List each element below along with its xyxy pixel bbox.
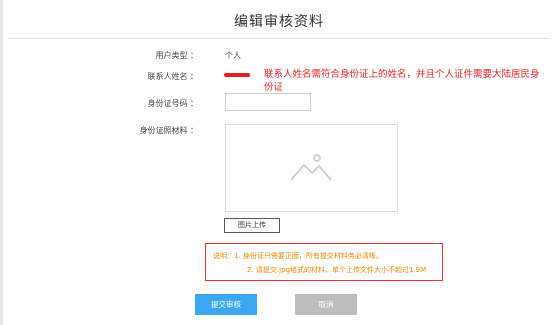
left-border	[0, 0, 3, 325]
image-placeholder-icon	[290, 154, 332, 181]
user-type-value: 个人	[225, 51, 241, 60]
page-title: 编辑审核资料	[234, 14, 324, 30]
id-photo-label: 身份证照材料 ：	[139, 126, 198, 135]
notice-line-2: 2. 请提交.jpg格式的材料，单个上传文件大小不超过1.9M	[247, 266, 427, 274]
id-number-label: 身份证号码 ：	[147, 99, 198, 108]
cancel-button[interactable]: 取消	[295, 294, 357, 315]
title-divider	[8, 38, 550, 39]
user-type-label: 用户类型 ：	[155, 51, 198, 60]
contact-name-warning: 联系人姓名需符合身份证上的姓名，并且个人证件需要大陆居民身份证	[264, 69, 540, 93]
contact-name-label: 联系人姓名 ：	[147, 72, 198, 81]
id-photo-preview[interactable]	[225, 124, 398, 212]
id-number-input[interactable]	[225, 93, 311, 111]
upload-image-button[interactable]: 图片上传	[224, 218, 280, 233]
notice-line-1: 说明：1. 身份证只需要正面，所有提交材料务必清晰。	[213, 252, 383, 260]
contact-name-redacted	[224, 73, 250, 77]
submit-review-button[interactable]: 提交审核	[195, 294, 257, 315]
notice-box	[205, 243, 443, 281]
